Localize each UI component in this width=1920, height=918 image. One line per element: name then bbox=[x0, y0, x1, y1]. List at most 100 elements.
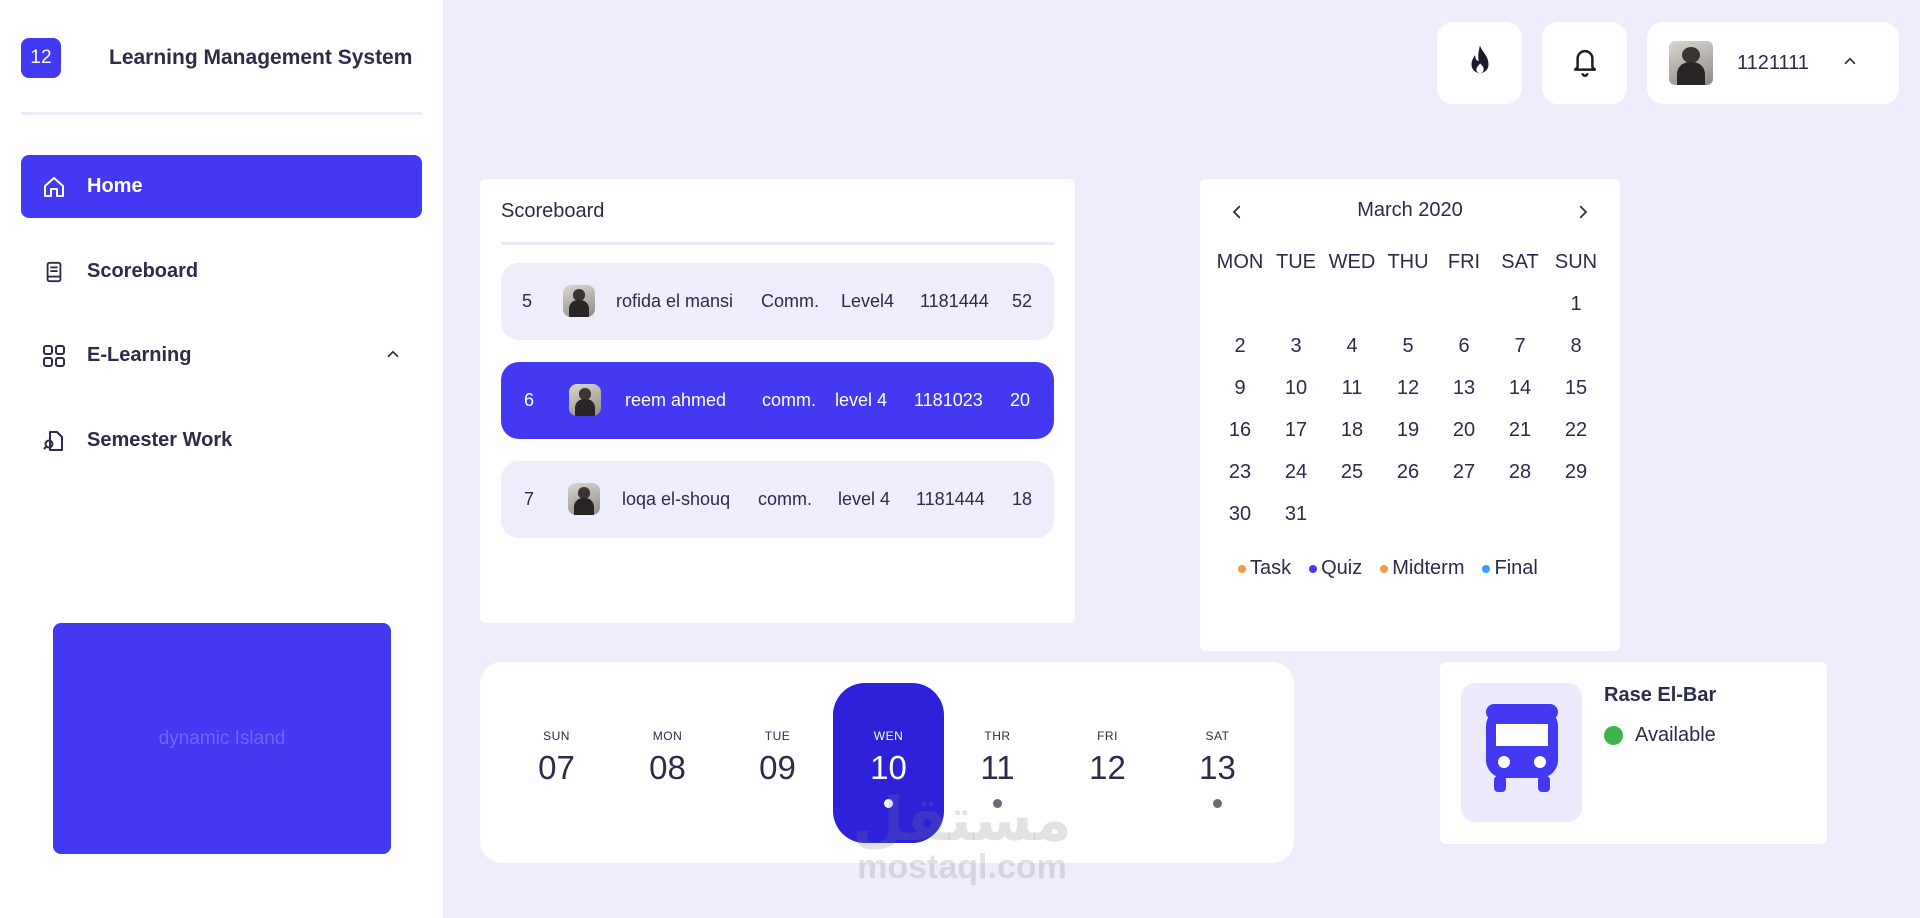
legend-dot bbox=[1380, 564, 1389, 573]
scoreboard-divider bbox=[501, 242, 1054, 245]
table-row[interactable]: 5 rofida el mansi Comm. Level4 1181444 5… bbox=[501, 263, 1054, 340]
event-dot bbox=[1213, 799, 1222, 808]
calendar-day[interactable]: 28 bbox=[1492, 461, 1548, 484]
event-dot bbox=[1103, 799, 1112, 808]
calendar-day[interactable]: 30 bbox=[1212, 503, 1268, 526]
calendar-day[interactable]: 9 bbox=[1212, 377, 1268, 400]
level: Level4 bbox=[841, 291, 895, 311]
sidebar-item-scoreboard[interactable]: Scoreboard bbox=[21, 240, 422, 303]
calendar-week: 23 24 25 26 27 28 29 bbox=[1212, 451, 1604, 493]
calendar-day[interactable]: 24 bbox=[1268, 461, 1324, 484]
scoreboard-card: Scoreboard 5 rofida el mansi Comm. Level… bbox=[480, 179, 1075, 623]
rank: 6 bbox=[524, 390, 535, 410]
chevron-up-icon[interactable] bbox=[384, 345, 402, 369]
calendar-day[interactable]: 21 bbox=[1492, 419, 1548, 442]
calendar-day[interactable]: 15 bbox=[1548, 377, 1604, 400]
calendar-day[interactable]: 1 bbox=[1548, 293, 1604, 316]
legend-label: Final bbox=[1494, 557, 1538, 579]
watermark-arabic: مستقل bbox=[852, 786, 1072, 853]
sidebar-item-label: Semester Work bbox=[87, 429, 233, 451]
grid-icon bbox=[41, 343, 67, 369]
calendar-day[interactable]: 2 bbox=[1212, 335, 1268, 358]
scoreboard-title: Scoreboard bbox=[501, 200, 605, 222]
streak-button[interactable] bbox=[1437, 22, 1522, 104]
calendar-day[interactable]: 11 bbox=[1324, 377, 1380, 400]
day-name: MON bbox=[652, 729, 683, 743]
table-row[interactable]: 6 reem ahmed comm. level 4 1181023 20 bbox=[501, 362, 1054, 439]
avatar bbox=[569, 384, 601, 416]
legend-item: Midterm bbox=[1380, 557, 1464, 580]
calendar-day[interactable]: 23 bbox=[1212, 461, 1268, 484]
bus-status: Available bbox=[1604, 724, 1716, 747]
calendar-day[interactable]: 19 bbox=[1380, 419, 1436, 442]
sidebar-item-e-learning[interactable]: E-Learning bbox=[21, 324, 422, 387]
score: 20 bbox=[1010, 390, 1031, 410]
student-id: 1181023 bbox=[914, 390, 983, 410]
day-name: WEN bbox=[873, 729, 904, 743]
calendar-legend: Task Quiz Midterm Final bbox=[1238, 557, 1556, 580]
level: level 4 bbox=[838, 489, 891, 509]
brand[interactable]: 12 Learning Management System bbox=[21, 38, 412, 78]
avatar bbox=[568, 483, 600, 515]
day-number: 08 bbox=[649, 749, 686, 786]
day-sat[interactable]: SAT 13 bbox=[1162, 683, 1273, 843]
bell-icon bbox=[1570, 45, 1600, 82]
department: Comm. bbox=[761, 291, 819, 311]
chevron-up-icon[interactable] bbox=[1841, 52, 1859, 75]
calendar-day[interactable]: 12 bbox=[1380, 377, 1436, 400]
calendar-day[interactable]: 29 bbox=[1548, 461, 1604, 484]
score: 18 bbox=[1012, 489, 1033, 509]
home-icon bbox=[41, 174, 67, 200]
legend-label: Task bbox=[1250, 557, 1292, 579]
calendar-day[interactable]: 7 bbox=[1492, 335, 1548, 358]
sidebar-item-home[interactable]: Home bbox=[21, 155, 422, 218]
level: level 4 bbox=[835, 390, 888, 410]
sidebar-item-semester-work[interactable]: Semester Work bbox=[21, 409, 422, 472]
department: comm. bbox=[758, 489, 812, 509]
day-mon[interactable]: MON 08 bbox=[612, 683, 723, 843]
calendar-day[interactable]: 17 bbox=[1268, 419, 1324, 442]
sidebar-item-label: E-Learning bbox=[87, 344, 192, 366]
calendar-grid: MON TUE WED THU FRI SAT SUN 1 2 3 4 5 6 7 8 9 10 11 12 13 14… bbox=[1212, 241, 1604, 535]
calendar-week: 2345678 bbox=[1212, 325, 1604, 367]
bus-card[interactable]: Rase El-Bar Available bbox=[1440, 662, 1827, 844]
status-label: Available bbox=[1635, 724, 1716, 746]
calendar-day[interactable]: 5 bbox=[1380, 335, 1436, 358]
calendar-card: March 2020 MON TUE WED THU FRI SAT SUN 1 2 3 4 5 6 7 8… bbox=[1200, 179, 1620, 651]
day-name: THR bbox=[984, 729, 1011, 743]
avatar bbox=[563, 285, 595, 317]
watermark-latin: mostaql.com bbox=[857, 848, 1067, 886]
user-id: 1121111 bbox=[1737, 51, 1809, 74]
student-name: reem ahmed bbox=[625, 390, 727, 410]
calendar-day[interactable]: 14 bbox=[1492, 377, 1548, 400]
chevron-right-icon[interactable] bbox=[1574, 203, 1592, 226]
student-name: loqa el-shouq bbox=[622, 489, 731, 509]
calendar-day[interactable]: 13 bbox=[1436, 377, 1492, 400]
day-tue[interactable]: TUE 09 bbox=[722, 683, 833, 843]
calendar-day[interactable]: 27 bbox=[1436, 461, 1492, 484]
calendar-day[interactable]: 8 bbox=[1548, 335, 1604, 358]
calendar-day[interactable]: 18 bbox=[1324, 419, 1380, 442]
calendar-week: 9 10 11 12 13 14 15 bbox=[1212, 367, 1604, 409]
calendar-day[interactable]: 22 bbox=[1548, 419, 1604, 442]
student-id: 1181444 bbox=[916, 489, 985, 509]
calendar-day[interactable]: 20 bbox=[1436, 419, 1492, 442]
dynamic-island: dynamic Island bbox=[53, 623, 391, 854]
calendar-day[interactable]: 4 bbox=[1324, 335, 1380, 358]
calendar-day[interactable]: 31 bbox=[1268, 503, 1324, 526]
calendar-day[interactable]: 3 bbox=[1268, 335, 1324, 358]
app-title: Learning Management System bbox=[109, 46, 413, 69]
calendar-day[interactable]: 26 bbox=[1380, 461, 1436, 484]
calendar-day[interactable]: 6 bbox=[1436, 335, 1492, 358]
day-sun[interactable]: SUN 07 bbox=[501, 683, 612, 843]
day-number: 07 bbox=[538, 749, 575, 786]
calendar-day[interactable]: 25 bbox=[1324, 461, 1380, 484]
table-row[interactable]: 7 loqa el-shouq comm. level 4 1181444 18 bbox=[501, 461, 1054, 538]
legend-dot bbox=[1238, 564, 1246, 573]
profile-menu[interactable]: 1121111 bbox=[1647, 22, 1899, 104]
calendar-day[interactable]: 16 bbox=[1212, 419, 1268, 442]
notification-button[interactable] bbox=[1542, 22, 1627, 104]
day-name: SAT bbox=[1205, 729, 1230, 743]
calendar-day[interactable]: 10 bbox=[1268, 377, 1324, 400]
sidebar-divider bbox=[21, 112, 422, 115]
